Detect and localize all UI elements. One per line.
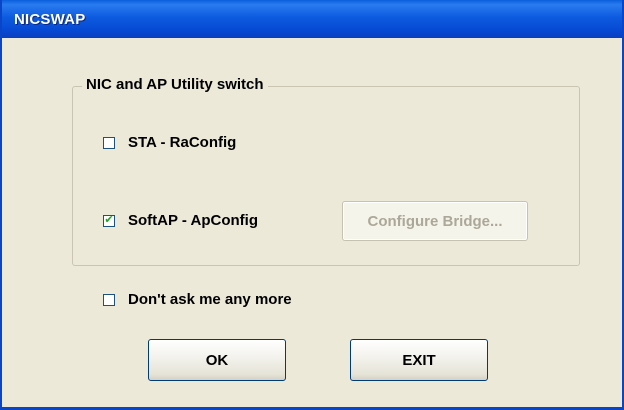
softap-apconfig-label[interactable]: SoftAP - ApConfig [128, 212, 258, 229]
sta-raconfig-option[interactable]: STA - RaConfig [103, 134, 236, 151]
ok-button[interactable]: OK [148, 339, 286, 381]
checkmark-icon: ✔ [104, 214, 114, 226]
title-bar[interactable]: NICSWAP [2, 0, 622, 38]
window-title: NICSWAP [14, 11, 86, 28]
nicswap-dialog: NICSWAP NIC and AP Utility switch STA - … [0, 0, 624, 410]
groupbox-label: NIC and AP Utility switch [82, 76, 268, 93]
dont-ask-label[interactable]: Don't ask me any more [128, 291, 292, 308]
sta-raconfig-label[interactable]: STA - RaConfig [128, 134, 236, 151]
softap-apconfig-checkbox[interactable]: ✔ [103, 214, 115, 227]
dont-ask-option[interactable]: Don't ask me any more [103, 291, 292, 308]
configure-bridge-button[interactable]: Configure Bridge... [342, 201, 528, 241]
exit-button[interactable]: EXIT [350, 339, 488, 381]
softap-apconfig-option[interactable]: ✔ SoftAP - ApConfig [103, 212, 258, 229]
dont-ask-checkbox[interactable] [103, 293, 115, 306]
sta-raconfig-checkbox[interactable] [103, 136, 115, 149]
